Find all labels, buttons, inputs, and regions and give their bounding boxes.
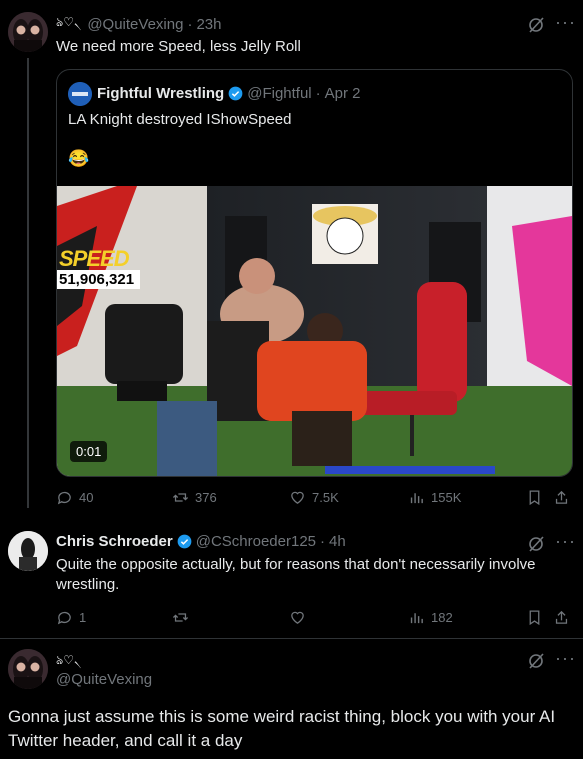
views-icon bbox=[410, 493, 423, 504]
views-count: 155K bbox=[431, 490, 462, 505]
share-icon bbox=[555, 610, 568, 624]
tweet-handle[interactable]: @QuiteVexing bbox=[56, 671, 152, 688]
avatar[interactable] bbox=[8, 649, 48, 689]
divider bbox=[0, 638, 583, 639]
bookmark-button[interactable] bbox=[526, 489, 543, 506]
thread-line bbox=[27, 58, 29, 508]
heart-icon bbox=[291, 611, 304, 624]
retweet-button[interactable] bbox=[172, 609, 189, 626]
tweet-handle[interactable]: @QuiteVexing bbox=[87, 16, 183, 33]
quote-tweet-card[interactable]: Fightful Wrestling @Fightful · Apr 2 LA … bbox=[56, 69, 573, 477]
share-button[interactable] bbox=[553, 609, 570, 626]
reply-button[interactable]: 1 bbox=[56, 609, 86, 626]
views-button[interactable]: 155K bbox=[408, 489, 461, 506]
share-button[interactable] bbox=[553, 489, 570, 506]
bookmark-icon bbox=[529, 490, 540, 506]
like-button[interactable]: 7.5K bbox=[289, 489, 339, 506]
video-frame bbox=[57, 186, 572, 476]
tweet-author-name[interactable]: Chris Schroeder bbox=[56, 533, 173, 550]
retweet-count: 376 bbox=[195, 490, 217, 505]
reply-count: 40 bbox=[79, 490, 94, 505]
tweet-text: Quite the opposite actually, but for rea… bbox=[56, 556, 536, 593]
grok-icon[interactable] bbox=[527, 652, 545, 675]
quote-emoji: 😂 bbox=[68, 149, 90, 168]
video-timer: 0:01 bbox=[70, 441, 108, 462]
reply-count: 1 bbox=[79, 610, 87, 625]
retweet-icon bbox=[172, 493, 189, 502]
tweet-time[interactable]: 4h bbox=[329, 533, 346, 550]
grok-icon[interactable] bbox=[527, 16, 545, 39]
retweet-icon bbox=[172, 613, 189, 622]
quote-text: LA Knight destroyed IShowSpeed bbox=[68, 111, 292, 128]
like-button[interactable] bbox=[289, 609, 306, 626]
avatar[interactable] bbox=[8, 12, 48, 52]
tweet-header: ঌ♡৲ @QuiteVexing · 23h bbox=[56, 15, 222, 33]
video-player[interactable]: SPEED 51,906,321 0:01 bbox=[57, 186, 572, 476]
decorative-symbol-icon: ঌ♡৲ bbox=[56, 15, 82, 29]
avatar[interactable] bbox=[8, 531, 48, 571]
views-button[interactable]: 182 bbox=[408, 609, 453, 626]
tweet-time[interactable]: 23h bbox=[196, 16, 221, 33]
avatar[interactable] bbox=[68, 82, 92, 106]
bookmark-icon bbox=[529, 610, 540, 626]
quote-date: Apr 2 bbox=[324, 85, 361, 102]
verified-badge-icon bbox=[177, 534, 192, 549]
reply-button[interactable]: 40 bbox=[56, 489, 93, 506]
views-icon bbox=[410, 613, 423, 624]
tweet-text: We need more Speed, less Jelly Roll bbox=[56, 38, 301, 55]
quote-author-handle[interactable]: @Fightful bbox=[247, 85, 311, 102]
tweet-header: Chris Schroeder @CSchroeder125 · 4h bbox=[56, 533, 346, 550]
verified-badge-icon bbox=[228, 86, 243, 101]
reply-icon bbox=[57, 611, 71, 625]
video-banner-text: SPEED bbox=[59, 246, 130, 271]
like-count: 7.5K bbox=[312, 490, 339, 505]
retweet-button[interactable]: 376 bbox=[172, 489, 217, 506]
video-counter: 51,906,321 bbox=[57, 270, 141, 289]
more-icon[interactable]: ··· bbox=[555, 12, 576, 33]
share-icon bbox=[555, 490, 568, 504]
decorative-symbol-icon: ঌ♡৲ bbox=[56, 653, 82, 667]
tweet-text: Gonna just assume this is some weird rac… bbox=[8, 707, 556, 750]
heart-icon bbox=[291, 491, 304, 504]
views-count: 182 bbox=[431, 610, 453, 625]
reply-icon bbox=[57, 491, 71, 505]
quote-author-name[interactable]: Fightful Wrestling bbox=[97, 85, 224, 102]
more-icon[interactable]: ··· bbox=[555, 648, 576, 669]
bookmark-button[interactable] bbox=[526, 609, 543, 626]
tweet-handle[interactable]: @CSchroeder125 bbox=[196, 533, 316, 550]
more-icon[interactable]: ··· bbox=[555, 531, 576, 552]
